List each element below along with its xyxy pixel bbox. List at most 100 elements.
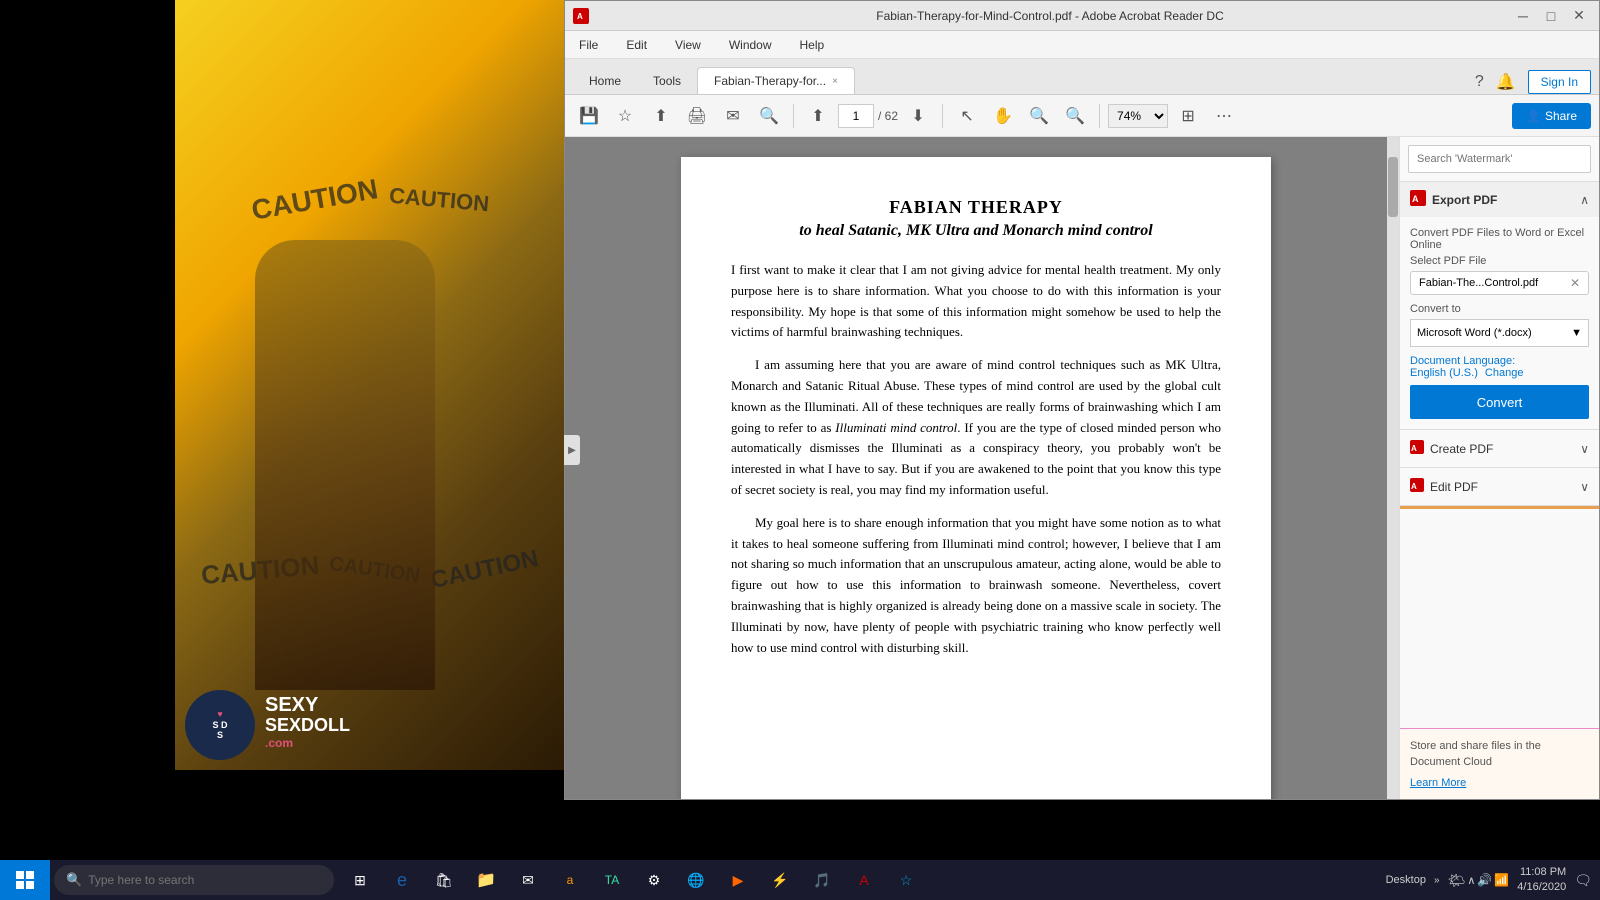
edit-pdf-icon: A (1410, 478, 1424, 495)
pdf-paragraph-3: My goal here is to share enough informat… (731, 513, 1221, 659)
vlc-button[interactable]: ▶ (720, 862, 756, 898)
bell-icon[interactable]: 🔔 (1496, 72, 1516, 92)
change-language-link[interactable]: Change (1485, 367, 1524, 379)
search-button[interactable]: 🔍 (753, 100, 785, 132)
tab-close-button[interactable]: × (832, 76, 838, 87)
app14-button[interactable]: ☆ (888, 862, 924, 898)
learn-more-link[interactable]: Learn More (1410, 777, 1466, 789)
tab-active-document[interactable]: Fabian-Therapy-for... × (697, 67, 855, 94)
help-icon[interactable]: ? (1475, 73, 1484, 91)
upload-button[interactable]: ⬆ (645, 100, 677, 132)
tab-bar-right: ? 🔔 Sign In (1475, 70, 1591, 94)
amazon-button[interactable]: a (552, 862, 588, 898)
system-clock[interactable]: 11:08 PM 4/16/2020 (1517, 865, 1566, 896)
edit-pdf-header[interactable]: A Edit PDF ∨ (1400, 468, 1599, 505)
close-button[interactable]: ✕ (1567, 6, 1591, 26)
toolbar-divider-2 (942, 104, 943, 128)
format-chevron-icon: ▼ (1571, 327, 1582, 339)
page-number-input[interactable]: 1 (838, 104, 874, 128)
remove-file-button[interactable]: ✕ (1570, 276, 1580, 290)
export-pdf-header[interactable]: A Export PDF ∧ Convert a PDF to Microsof… (1400, 182, 1599, 217)
taskbar-search-area[interactable]: 🔍 (54, 865, 334, 895)
tripadvisor-button[interactable]: TA (594, 862, 630, 898)
caution-text-2: CAUTION (388, 183, 490, 218)
menu-file[interactable]: File (573, 34, 604, 56)
star-button[interactable]: ☆ (609, 100, 641, 132)
clock-time: 11:08 PM (1517, 865, 1566, 880)
panel-search-input[interactable] (1408, 145, 1591, 173)
ie-button[interactable]: e (384, 862, 420, 898)
app12-button[interactable]: 🎵 (804, 862, 840, 898)
acrobat-app-icon: A (573, 8, 589, 24)
zoom-select[interactable]: 74% 50% 100% 125% (1108, 104, 1168, 128)
up-arrow-icon[interactable]: ∧ (1467, 874, 1475, 887)
acrobat-taskbar-button[interactable]: A (846, 862, 882, 898)
pdf-area[interactable]: FABIAN THERAPY to heal Satanic, MK Ultra… (565, 137, 1387, 799)
format-select-dropdown[interactable]: Microsoft Word (*.docx) ▼ (1410, 319, 1589, 347)
save-button[interactable]: 💾 (573, 100, 605, 132)
cloud-title: Store and share files in the Document Cl… (1410, 739, 1589, 770)
minimize-button[interactable]: ─ (1511, 6, 1535, 26)
vertical-scrollbar[interactable] (1387, 137, 1399, 799)
pdf-subtitle: to heal Satanic, MK Ultra and Monarch mi… (731, 222, 1221, 240)
print-button[interactable]: 🖨 (681, 100, 713, 132)
pdf-paragraph-1: I first want to make it clear that I am … (731, 260, 1221, 343)
app9-button[interactable]: 🌐 (678, 862, 714, 898)
sign-in-button[interactable]: Sign In (1528, 70, 1591, 94)
network-icon[interactable]: 📶 (1494, 873, 1509, 887)
format-selected-label: Microsoft Word (*.docx) (1417, 327, 1532, 339)
convert-files-label: Convert PDF Files to Word or Excel Onlin… (1410, 227, 1589, 251)
taskview-button[interactable]: ⊞ (342, 862, 378, 898)
start-button[interactable] (0, 860, 50, 900)
menu-view[interactable]: View (669, 34, 707, 56)
more-tools-button[interactable]: ⋯ (1208, 100, 1240, 132)
app8-button[interactable]: ⚙ (636, 862, 672, 898)
notification-button[interactable]: 🗨 (1574, 872, 1592, 889)
export-pdf-section: A Export PDF ∧ Convert a PDF to Microsof… (1400, 182, 1599, 430)
acrobat-window: A Fabian-Therapy-for-Mind-Control.pdf - … (564, 0, 1600, 800)
next-page-button[interactable]: ⬇ (902, 100, 934, 132)
main-content: FABIAN THERAPY to heal Satanic, MK Ultra… (565, 137, 1599, 799)
share-button[interactable]: 👤 Share (1512, 103, 1591, 129)
taskbar-search-input[interactable] (88, 873, 308, 887)
menu-window[interactable]: Window (723, 34, 778, 56)
desktop-label: Desktop (1386, 874, 1426, 886)
zoom-out-button[interactable]: 🔍 (1023, 100, 1055, 132)
email-button[interactable]: ✉ (717, 100, 749, 132)
speaker-icon[interactable]: 🔊 (1477, 873, 1492, 887)
mail-button[interactable]: ✉ (510, 862, 546, 898)
create-pdf-icon: A (1410, 440, 1424, 457)
create-pdf-label: Create PDF (1430, 442, 1493, 456)
expand-panel-arrow[interactable]: ▶ (564, 435, 580, 465)
fit-page-button[interactable]: ⊞ (1172, 100, 1204, 132)
export-header-left: A Export PDF (1410, 190, 1497, 209)
brand-logo: ♥ S D S (185, 690, 255, 760)
pdf-title: FABIAN THERAPY (731, 197, 1221, 218)
select-tool[interactable]: ↖ (951, 100, 983, 132)
prev-page-button[interactable]: ⬆ (802, 100, 834, 132)
cloud-section: Store and share files in the Document Cl… (1400, 728, 1599, 799)
weather-icon[interactable]: 🌤 (1448, 872, 1466, 889)
app11-button[interactable]: ⚡ (762, 862, 798, 898)
tab-tools[interactable]: Tools (637, 68, 697, 94)
pdf-body: I first want to make it clear that I am … (731, 260, 1221, 658)
create-pdf-header[interactable]: A Create PDF ∨ (1400, 430, 1599, 467)
zoom-in-button[interactable]: 🔍 (1059, 100, 1091, 132)
tab-active-label: Fabian-Therapy-for... (714, 74, 826, 88)
tab-home[interactable]: Home (573, 68, 637, 94)
toolbar-divider-3 (1099, 104, 1100, 128)
store-button[interactable]: 🛍 (426, 862, 462, 898)
convert-button[interactable]: Convert (1410, 385, 1589, 419)
explorer-button[interactable]: 📁 (468, 862, 504, 898)
menu-edit[interactable]: Edit (620, 34, 653, 56)
document-language: Document Language: English (U.S.) Change (1410, 355, 1589, 379)
clock-date: 4/16/2020 (1517, 880, 1566, 895)
panel-search-area (1400, 137, 1599, 182)
convert-to-label: Convert to (1410, 303, 1589, 315)
menu-help[interactable]: Help (794, 34, 831, 56)
scrollbar-thumb[interactable] (1388, 157, 1398, 217)
image-placeholder: CAUTION CAUTION CAUTION CAUTION CAUTION … (175, 0, 565, 770)
export-chevron-icon: ∧ (1580, 193, 1589, 207)
maximize-button[interactable]: □ (1539, 6, 1563, 26)
hand-tool[interactable]: ✋ (987, 100, 1019, 132)
